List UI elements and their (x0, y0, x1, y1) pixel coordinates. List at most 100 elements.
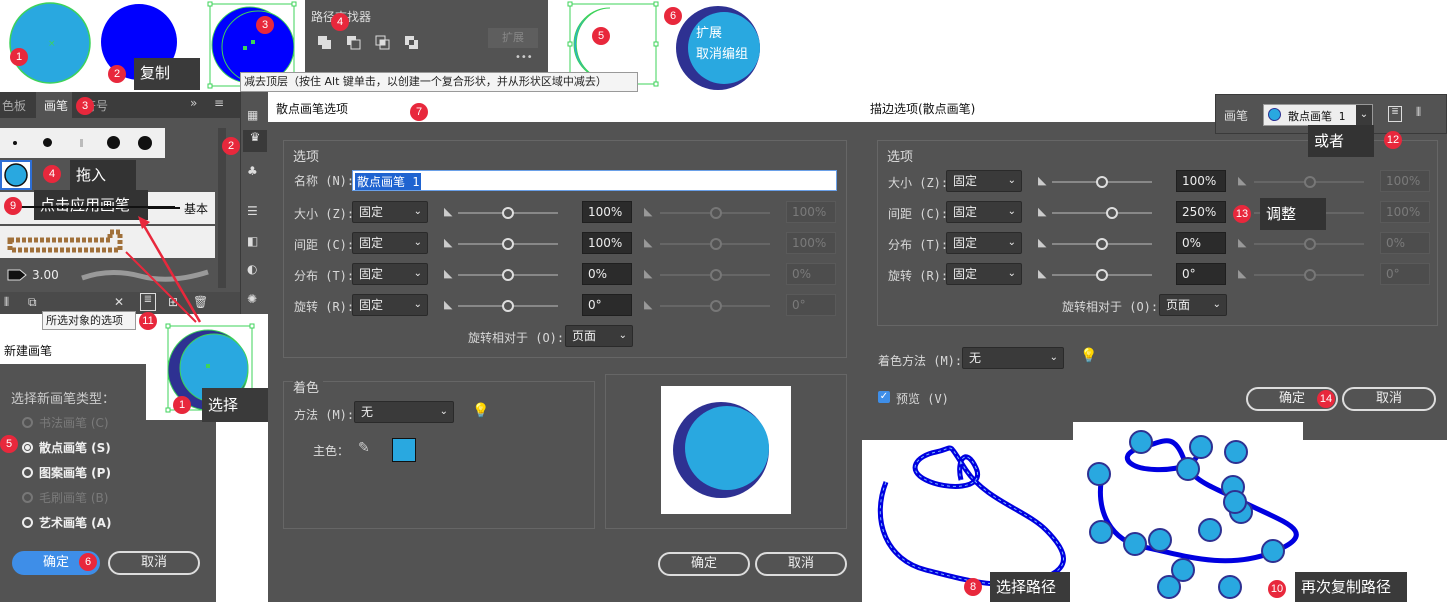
max-value-icon: ◣ (1238, 174, 1247, 187)
param-mode-select[interactable]: 固定 ⌄ (352, 263, 428, 285)
coloring-method-select[interactable]: 无 ⌄ (354, 401, 454, 423)
stroke-icon[interactable]: ☰ (247, 204, 258, 218)
brush-type-option[interactable]: 散点画笔 (S) (22, 439, 202, 457)
chevron-down-icon[interactable]: ⌄ (1356, 105, 1372, 125)
radio-button[interactable] (22, 442, 33, 453)
rotation-relative-select[interactable]: 页面 ⌄ (565, 325, 633, 347)
brush-options-icon[interactable]: ≣ (1388, 106, 1402, 122)
expand-tip: 扩展 (696, 26, 723, 41)
tab-brushes[interactable]: 画笔 (44, 97, 68, 114)
intersect-icon[interactable] (374, 34, 392, 52)
brush-tip-dot[interactable] (107, 136, 120, 149)
slider-knob[interactable] (502, 269, 514, 281)
param-slider[interactable] (1052, 207, 1152, 219)
pattern-brush-row[interactable] (0, 226, 215, 258)
radio-button[interactable] (22, 517, 33, 528)
param-mode-select[interactable]: 固定 ⌄ (352, 232, 428, 254)
param-mode-select[interactable]: 固定 ⌄ (946, 201, 1022, 223)
gradient-icon[interactable]: ◧ (247, 234, 258, 248)
tips-lightbulb-icon[interactable]: 💡 (472, 403, 489, 419)
brush-tip-dot[interactable] (138, 136, 152, 150)
collapse-panel-icon[interactable]: » (190, 96, 197, 110)
brush-tip-dot[interactable] (43, 138, 52, 147)
delete-brush-icon[interactable]: 🗑 (193, 295, 208, 309)
tab-swatches[interactable]: 色板 (2, 97, 26, 114)
min-value-icon: ◣ (444, 236, 453, 249)
exclude-icon[interactable] (403, 34, 421, 52)
param-value-field[interactable]: 0% (1176, 232, 1226, 254)
radio-button (22, 492, 33, 503)
new-brush-cancel-button[interactable]: 取消 (108, 551, 200, 575)
panel-menu-icon[interactable]: ≡ (214, 96, 224, 110)
art-brush-row[interactable]: 3.00 (0, 260, 215, 290)
appearance-icon[interactable]: ✺ (247, 292, 257, 306)
param-slider[interactable] (458, 207, 558, 219)
unite-icon[interactable] (316, 34, 334, 52)
preview-checkbox[interactable]: ✓ (878, 391, 890, 403)
param-mode-select[interactable]: 固定 ⌄ (352, 294, 428, 316)
param-slider[interactable] (458, 269, 558, 281)
scatter-cancel-button[interactable]: 取消 (755, 552, 847, 576)
param-slider[interactable] (1052, 176, 1152, 188)
expand-button[interactable]: 扩展 (488, 28, 538, 48)
brush-name-input[interactable]: 散点画笔 1 (352, 170, 837, 191)
symbols-icon[interactable]: ♣ (247, 164, 258, 178)
panel-menu-icon[interactable]: ••• (515, 52, 533, 63)
transparency-icon[interactable]: ◐ (247, 262, 257, 276)
slider-knob[interactable] (502, 238, 514, 250)
brush-libraries-icon[interactable]: ⫴ (1416, 105, 1421, 120)
key-color-swatch[interactable] (392, 438, 416, 462)
param-value-field[interactable]: 100% (1176, 170, 1226, 192)
eyedropper-icon[interactable]: ✎ (358, 440, 370, 456)
min-value-icon: ◣ (444, 298, 453, 311)
stroke-coloring-select[interactable]: 无 ⌄ (962, 347, 1064, 369)
param-value-field[interactable]: 250% (1176, 201, 1226, 223)
new-brush-icon[interactable]: ⊞ (168, 295, 178, 309)
brush-libraries-icon[interactable]: ⫴ (4, 295, 9, 310)
artboards-icon[interactable]: ▦ (247, 108, 258, 122)
param-value-field[interactable]: 0° (582, 294, 632, 316)
new-scatter-brush-cell[interactable] (0, 160, 32, 190)
slider-knob[interactable] (1096, 269, 1108, 281)
brush-preview (661, 386, 791, 514)
param-value-field[interactable]: 0% (582, 263, 632, 285)
param-slider[interactable] (458, 238, 558, 250)
remove-brush-stroke-icon[interactable]: ✕ (114, 295, 124, 309)
stroke-rotation-relative-select[interactable]: 页面 ⌄ (1159, 294, 1227, 316)
param-mode-select[interactable]: 固定 ⌄ (352, 201, 428, 223)
param-mode-select[interactable]: 固定 ⌄ (946, 170, 1022, 192)
slider-knob[interactable] (1106, 207, 1118, 219)
slider-knob[interactable] (1096, 176, 1108, 188)
param-value-field[interactable]: 100% (582, 201, 632, 223)
param-mode-select[interactable]: 固定 ⌄ (946, 263, 1022, 285)
chevron-down-icon: ⌄ (618, 330, 627, 341)
param-slider[interactable] (1052, 238, 1152, 250)
brush-swatch-icon (1268, 108, 1281, 121)
brush-definition-dropdown[interactable]: 散点画笔 1 ⌄ (1263, 104, 1373, 126)
radio-button[interactable] (22, 467, 33, 478)
coloring-section-title: 着色 (293, 377, 324, 396)
brush-type-option[interactable]: 图案画笔 (P) (22, 464, 202, 482)
step-badge-5: 5 (0, 435, 18, 453)
tips-lightbulb-icon[interactable]: 💡 (1080, 348, 1097, 364)
slider-knob[interactable] (502, 207, 514, 219)
scatter-ok-button[interactable]: 确定 (658, 552, 750, 576)
brush-panel-icon[interactable]: ♛ (243, 130, 267, 152)
options-of-selected-object-icon[interactable]: ≣ (140, 293, 156, 311)
stroke-cancel-button[interactable]: 取消 (1342, 387, 1436, 411)
max-value-icon: ◣ (644, 298, 653, 311)
slider-knob[interactable] (1096, 238, 1108, 250)
param-slider[interactable] (1052, 269, 1152, 281)
param-mode-select[interactable]: 固定 ⌄ (946, 232, 1022, 254)
brush-tip-dot[interactable] (80, 139, 83, 147)
libraries-panel-icon[interactable]: ⧉ (28, 295, 37, 310)
param-value-field[interactable]: 100% (582, 232, 632, 254)
slider-knob[interactable] (502, 300, 514, 312)
step-badge-13: 13 (1233, 205, 1251, 223)
minus-front-icon[interactable] (345, 34, 363, 52)
param-value-field-disabled: 0° (786, 294, 836, 316)
brush-type-option[interactable]: 艺术画笔 (A) (22, 514, 202, 532)
param-slider[interactable] (458, 300, 558, 312)
brush-tip-dot[interactable] (13, 141, 17, 145)
param-value-field[interactable]: 0° (1176, 263, 1226, 285)
